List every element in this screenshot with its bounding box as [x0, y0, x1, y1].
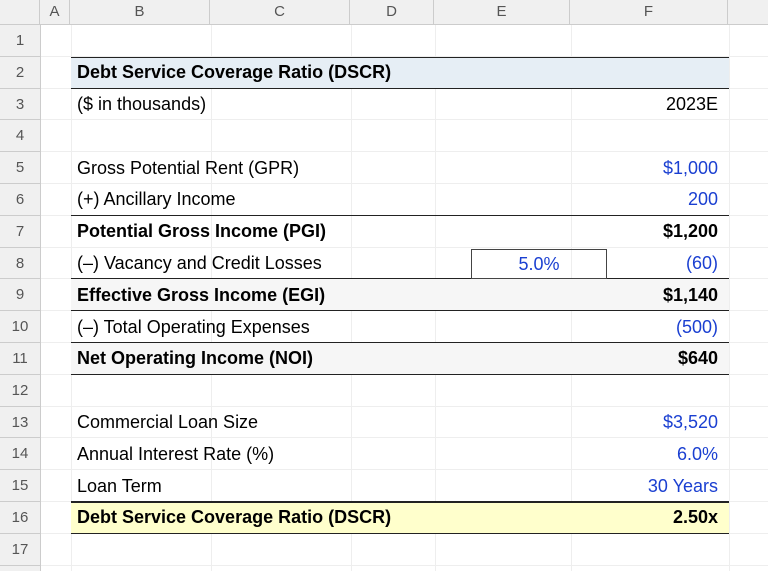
- row-2: Debt Service Coverage Ratio (DSCR): [41, 57, 728, 89]
- row-header-14[interactable]: 14: [0, 438, 40, 470]
- row-13: Commercial Loan Size $3,520: [41, 407, 728, 439]
- cell-F3[interactable]: 2023E: [570, 94, 728, 115]
- cell-B7[interactable]: Potential Gross Income (PGI): [77, 221, 326, 242]
- row-header-11[interactable]: 11: [0, 343, 40, 375]
- cell-F11[interactable]: $640: [570, 348, 728, 369]
- row-3: ($ in thousands) 2023E: [41, 89, 728, 121]
- row-15: Loan Term 30 Years: [41, 470, 728, 502]
- row-11: Net Operating Income (NOI) $640: [41, 343, 728, 375]
- row-14: Annual Interest Rate (%) 6.0%: [41, 438, 728, 470]
- row-header-12[interactable]: 12: [0, 375, 40, 407]
- col-header-D[interactable]: D: [350, 0, 434, 24]
- row-8: (–) Vacancy and Credit Losses5.0%(60): [41, 248, 728, 280]
- cell-F13[interactable]: $3,520: [570, 412, 728, 433]
- row-header-15[interactable]: 15: [0, 470, 40, 502]
- row-7: Potential Gross Income (PGI) $1,200: [41, 216, 728, 248]
- row-header-17[interactable]: 17: [0, 534, 40, 566]
- row-9: Effective Gross Income (EGI) $1,140: [41, 279, 728, 311]
- cell-F15[interactable]: 30 Years: [570, 476, 728, 497]
- row-10: (–) Total Operating Expenses (500): [41, 311, 728, 343]
- cell-B10[interactable]: (–) Total Operating Expenses: [77, 317, 310, 338]
- row-header-2[interactable]: 2: [0, 57, 40, 89]
- row-header-8[interactable]: 8: [0, 248, 40, 280]
- cell-B8[interactable]: (–) Vacancy and Credit Losses: [77, 253, 322, 274]
- cell-F8[interactable]: (60): [570, 253, 728, 274]
- cell-F5[interactable]: $1,000: [570, 158, 728, 179]
- row-header-9[interactable]: 9: [0, 279, 40, 311]
- spreadsheet: ABCDEF 1234567891011121314151617 Debt Se…: [0, 0, 768, 570]
- cell-F7[interactable]: $1,200: [570, 221, 728, 242]
- cell-B13[interactable]: Commercial Loan Size: [77, 412, 258, 433]
- cell-B11[interactable]: Net Operating Income (NOI): [77, 348, 313, 369]
- cell-B15[interactable]: Loan Term: [77, 476, 162, 497]
- row-header-6[interactable]: 6: [0, 184, 40, 216]
- row-header-7[interactable]: 7: [0, 216, 40, 248]
- row-header-16[interactable]: 16: [0, 502, 40, 534]
- cell-F16[interactable]: 2.50x: [570, 507, 728, 528]
- col-header-C[interactable]: C: [210, 0, 350, 24]
- corner-cell: [0, 0, 40, 24]
- cell-B16[interactable]: Debt Service Coverage Ratio (DSCR): [77, 507, 391, 528]
- col-header-F[interactable]: F: [570, 0, 728, 24]
- cell-F6[interactable]: 200: [570, 189, 728, 210]
- cell-F9[interactable]: $1,140: [570, 285, 728, 306]
- grid-content: Debt Service Coverage Ratio (DSCR) ($ in …: [41, 25, 768, 571]
- cell-B14[interactable]: Annual Interest Rate (%): [77, 444, 274, 465]
- row-header-10[interactable]: 10: [0, 311, 40, 343]
- cell-grid[interactable]: Debt Service Coverage Ratio (DSCR) ($ in …: [41, 25, 768, 571]
- row-header-13[interactable]: 13: [0, 407, 40, 439]
- row-headers: 1234567891011121314151617: [0, 25, 41, 571]
- cell-B5[interactable]: Gross Potential Rent (GPR): [77, 158, 299, 179]
- col-header-A[interactable]: A: [40, 0, 70, 24]
- cell-B2[interactable]: Debt Service Coverage Ratio (DSCR): [77, 62, 391, 83]
- row-header-5[interactable]: 5: [0, 152, 40, 184]
- cell-B9[interactable]: Effective Gross Income (EGI): [77, 285, 325, 306]
- cell-B6[interactable]: (+) Ancillary Income: [77, 189, 236, 210]
- row-6: (+) Ancillary Income 200: [41, 184, 728, 216]
- row-header-4[interactable]: 4: [0, 120, 40, 152]
- row-16: Debt Service Coverage Ratio (DSCR) 2.50x: [41, 502, 728, 534]
- row-header-1[interactable]: 1: [0, 25, 40, 57]
- row-5: Gross Potential Rent (GPR) $1,000: [41, 152, 728, 184]
- cell-B3[interactable]: ($ in thousands): [77, 94, 206, 115]
- cell-F10[interactable]: (500): [570, 317, 728, 338]
- cell-F14[interactable]: 6.0%: [570, 444, 728, 465]
- col-header-B[interactable]: B: [70, 0, 210, 24]
- column-headers: ABCDEF: [0, 0, 768, 25]
- row-header-3[interactable]: 3: [0, 89, 40, 121]
- col-header-E[interactable]: E: [434, 0, 570, 24]
